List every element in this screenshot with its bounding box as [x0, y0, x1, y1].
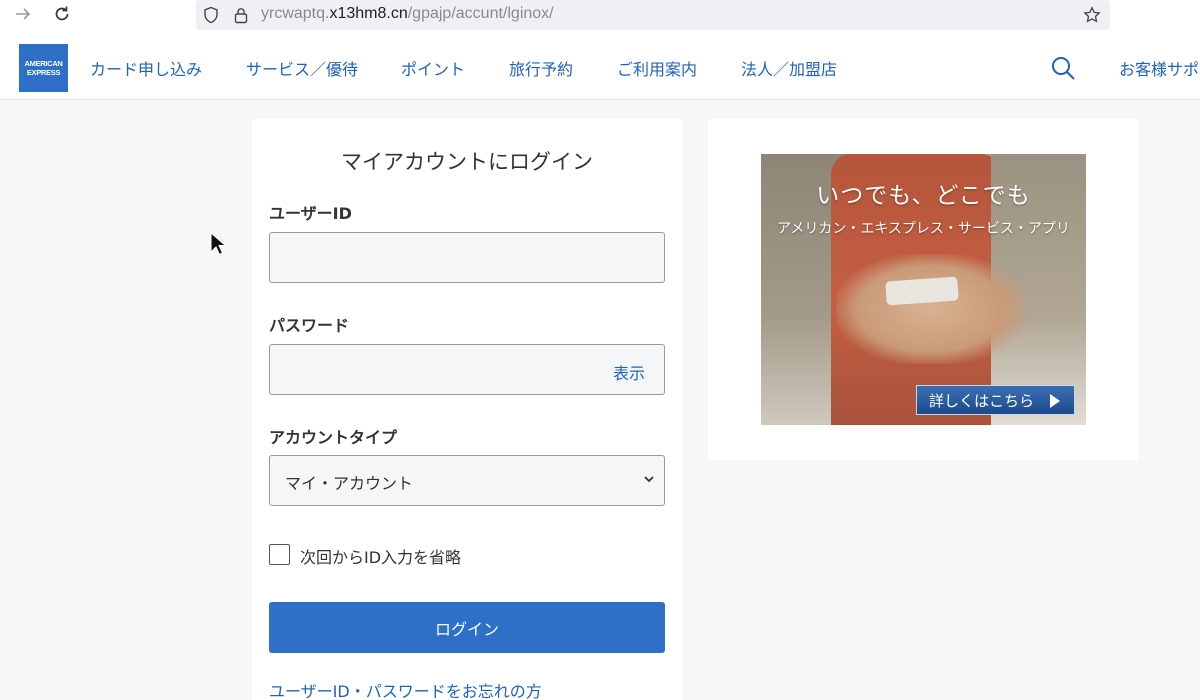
reload-button[interactable] — [49, 2, 75, 26]
bookmark-star-icon[interactable] — [1081, 4, 1103, 26]
reload-icon — [55, 6, 69, 21]
site-header: AMERICAN EXPRESS カード申し込み サービス／優待 ポイント 旅行… — [0, 34, 1200, 100]
promo-headline: いつでも、どこでも — [816, 183, 1031, 209]
app-promo-banner[interactable]: いつでも、どこでも アメリカン・エキスプレス・サービス・アプリ 詳しくはこちら — [761, 154, 1086, 425]
login-title: マイアカウントにログイン — [341, 150, 593, 174]
photo-hands — [836, 254, 1026, 364]
amex-logo[interactable]: AMERICAN EXPRESS — [19, 44, 68, 92]
remember-id-checkbox[interactable] — [269, 544, 290, 565]
account-type-value: マイ・アカウント — [285, 474, 414, 493]
nav-travel[interactable]: 旅行予約 — [509, 56, 573, 80]
promo-cta-label: 詳しくはこちら — [929, 391, 1035, 410]
nav-business[interactable]: 法人／加盟店 — [741, 56, 837, 80]
nav-support[interactable]: お客様サポ — [1119, 56, 1199, 80]
address-bar[interactable]: yrcwaptq.x13hm8.cn/gpajp/accunt/lginox/ — [196, 0, 1110, 30]
remember-id-label[interactable]: 次回からID入力を省略 — [300, 544, 461, 568]
arrow-right-icon — [16, 8, 31, 20]
nav-points[interactable]: ポイント — [401, 56, 465, 80]
promo-details-button[interactable]: 詳しくはこちら — [916, 385, 1075, 415]
user-id-label: ユーザーID — [269, 204, 352, 223]
search-icon[interactable] — [1050, 55, 1076, 81]
mouse-cursor-icon — [210, 232, 226, 256]
nav-services[interactable]: サービス／優待 — [246, 56, 358, 80]
play-arrow-icon — [1050, 394, 1060, 408]
forward-button[interactable] — [10, 2, 36, 26]
promo-card: いつでも、どこでも アメリカン・エキスプレス・サービス・アプリ 詳しくはこちら — [708, 119, 1138, 460]
account-type-select[interactable]: マイ・アカウント — [269, 455, 665, 506]
lock-icon[interactable] — [230, 4, 252, 26]
nav-card-apply[interactable]: カード申し込み — [90, 56, 202, 80]
phone-image — [885, 276, 959, 306]
forgot-credentials-link[interactable]: ユーザーID・パスワードをお忘れの方 — [269, 678, 542, 700]
shield-icon[interactable] — [200, 4, 222, 26]
url-text[interactable]: yrcwaptq.x13hm8.cn/gpajp/accunt/lginox/ — [261, 5, 554, 23]
login-button[interactable]: ログイン — [269, 602, 665, 653]
password-input[interactable] — [269, 344, 665, 395]
browser-toolbar: yrcwaptq.x13hm8.cn/gpajp/accunt/lginox/ — [0, 0, 1200, 34]
promo-subline: アメリカン・エキスプレス・サービス・アプリ — [777, 221, 1070, 237]
show-password-button[interactable]: 表示 — [613, 360, 645, 384]
account-type-label: アカウントタイプ — [269, 428, 398, 447]
login-card: マイアカウントにログイン ユーザーID パスワード 表示 アカウントタイプ マイ… — [252, 119, 682, 700]
user-id-input[interactable] — [269, 232, 665, 283]
chevron-down-icon — [644, 476, 654, 483]
password-label: パスワード — [269, 316, 350, 335]
nav-guide[interactable]: ご利用案内 — [617, 56, 697, 80]
